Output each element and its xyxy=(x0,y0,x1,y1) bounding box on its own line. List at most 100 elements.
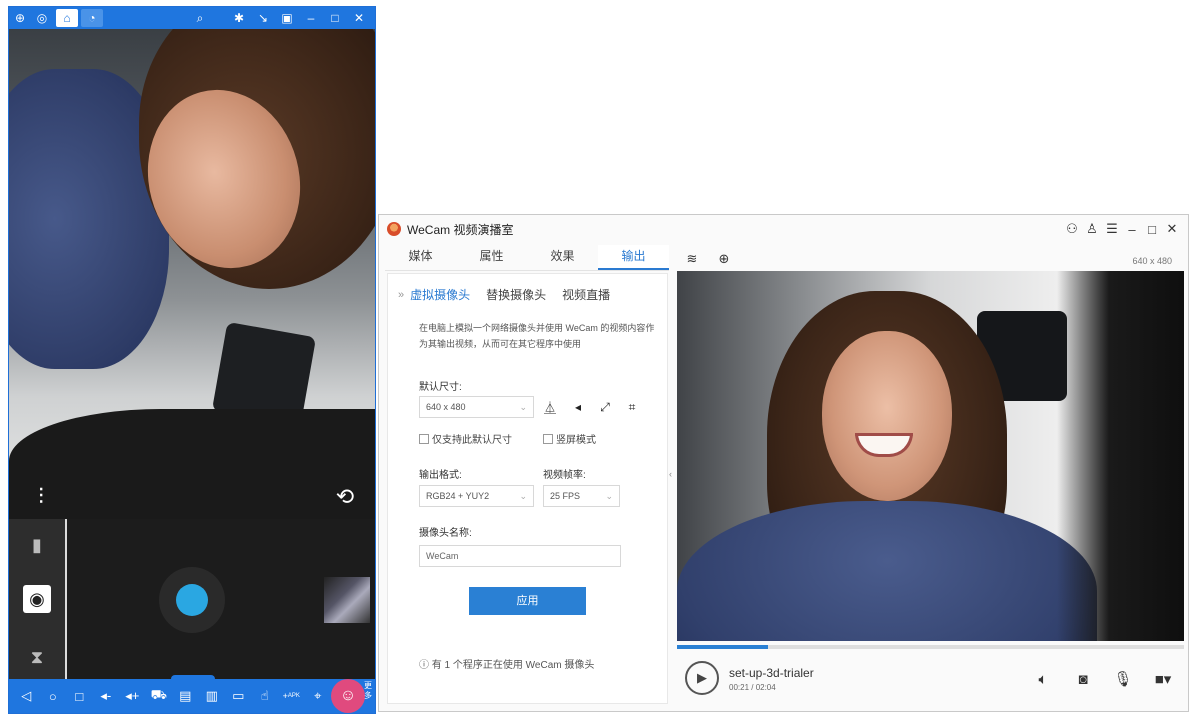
location-icon[interactable]: ⌖ xyxy=(305,681,332,711)
apply-button[interactable]: 应用 xyxy=(469,587,586,615)
playback-progress-bar[interactable] xyxy=(677,645,1184,649)
case-icon[interactable]: ▤ xyxy=(172,681,199,711)
camera-name-label: 摄像头名称: xyxy=(419,528,472,539)
virtual-camera-description: 在电脑上模拟一个网络摄像头并使用 WeCam 的视频内容作为其输出视频，从而可在… xyxy=(419,323,655,349)
add-icon[interactable]: ⊕ xyxy=(713,249,735,269)
media-file-name: set-up-3d-trialer xyxy=(729,666,814,680)
portrait-mode-checkbox[interactable]: 竖屏模式 xyxy=(543,431,596,446)
recent-icon[interactable]: □ xyxy=(66,681,93,711)
search-icon[interactable]: ⌕ xyxy=(189,7,211,29)
pin-icon[interactable]: ✱ xyxy=(227,7,251,29)
microphone-icon[interactable]: 🎙︎ xyxy=(1112,668,1134,690)
emulator-window: ⊕ ◎ ⌂ ◔ ⌕ ✱ ↘ ▣ – □ ✕ ⫶ ⟲ ▮ ◉ ⧗ ◁ ○ □ ◂-… xyxy=(8,6,376,714)
touch-icon[interactable]: ☝ xyxy=(252,681,279,711)
back-icon[interactable]: ◁ xyxy=(13,681,40,711)
video-camera-dropdown-icon[interactable]: ■▾ xyxy=(1152,668,1174,690)
crop-icon[interactable]: ⌗ xyxy=(623,398,641,416)
fullscreen-icon[interactable]: ⤢ xyxy=(596,398,614,416)
skin-icon[interactable]: ♙ xyxy=(1082,219,1102,239)
wecam-titlebar: WeCam 视频演播室 ⚇ ♙ ☰ – □ ✕ xyxy=(379,215,1188,243)
tab-output[interactable]: 输出 xyxy=(598,245,669,270)
window-title: WeCam 视频演播室 xyxy=(407,222,514,237)
last-photo-thumbnail[interactable] xyxy=(324,577,370,623)
chevron-down-icon: ⌄ xyxy=(605,491,613,501)
person-shirt xyxy=(677,501,1097,641)
shrink-icon[interactable]: ↘ xyxy=(251,7,275,29)
only-default-size-checkbox[interactable]: 仅支持此默认尺寸 xyxy=(419,431,512,446)
output-panel: » 虚拟摄像头 替换摄像头 视频直播 在电脑上模拟一个网络摄像头并使用 WeCa… xyxy=(387,273,668,704)
adjust-sliders-icon[interactable]: ⫶ xyxy=(23,479,59,515)
video-preview xyxy=(677,271,1184,641)
volume-down-icon[interactable]: ◂- xyxy=(93,681,120,711)
camera-mode-strip: ▮ ◉ ⧗ xyxy=(9,519,65,681)
play-button[interactable]: ▶ xyxy=(685,661,719,695)
checkbox-box xyxy=(419,433,429,444)
minimize-icon[interactable]: – xyxy=(299,7,323,29)
car-icon[interactable]: ⛟ xyxy=(146,681,173,711)
preview-toolbar: ≋ ⊕ xyxy=(681,249,745,269)
tab-media[interactable]: 媒体 xyxy=(385,245,456,270)
subtab-virtual-camera[interactable]: 虚拟摄像头 xyxy=(410,286,470,303)
default-size-label: 默认尺寸: xyxy=(419,382,462,393)
snapshot-camera-icon[interactable]: ◙ xyxy=(1072,668,1094,690)
account-icon[interactable]: ⚇ xyxy=(1062,219,1082,239)
photo-mode-icon[interactable]: ◉ xyxy=(23,585,51,613)
close-icon[interactable]: ✕ xyxy=(1162,219,1182,239)
home-circle-icon[interactable]: ○ xyxy=(40,681,67,711)
trash-icon[interactable]: ▥ xyxy=(199,681,226,711)
user-icon[interactable]: ◎ xyxy=(31,7,53,29)
subtitle-icon[interactable]: ▭ xyxy=(225,681,252,711)
apk-icon[interactable]: + APK xyxy=(278,681,305,711)
default-size-select[interactable]: 640 x 480 ⌄ xyxy=(419,396,534,418)
maximize-icon[interactable]: □ xyxy=(1142,219,1162,239)
camera-usage-status: ⓘ 有 1 个程序正在使用 WeCam 摄像头 xyxy=(419,660,595,671)
tab-properties[interactable]: 属性 xyxy=(456,245,527,270)
collapse-panel-icon[interactable]: ‹ xyxy=(669,469,677,479)
frame-rate-label: 视频帧率: xyxy=(543,470,586,481)
nav-drawer-handle[interactable] xyxy=(171,675,215,681)
camera-viewfinder: ⫶ ⟲ xyxy=(9,29,375,519)
wecam-icon[interactable]: ☺ xyxy=(331,679,365,713)
tab-effects[interactable]: 效果 xyxy=(527,245,598,270)
output-format-label: 输出格式: xyxy=(419,470,462,481)
emulator-titlebar: ⊕ ◎ ⌂ ◔ ⌕ ✱ ↘ ▣ – □ ✕ xyxy=(9,7,375,29)
apk-label: APK xyxy=(287,693,300,699)
flip-vertical-icon[interactable]: ◂ xyxy=(569,398,587,416)
layers-icon[interactable]: ≋ xyxy=(681,249,703,269)
more-button[interactable]: 更多 xyxy=(363,681,373,701)
main-tabs: 媒体 属性 效果 输出 xyxy=(385,245,669,271)
gift-icon[interactable]: ⊕ xyxy=(9,7,31,29)
close-icon[interactable]: ✕ xyxy=(347,7,371,29)
output-format-value: RGB24 + YUY2 xyxy=(426,491,490,501)
default-size-value: 640 x 480 xyxy=(426,402,466,412)
restore-icon[interactable]: ▣ xyxy=(275,7,299,29)
home-icon[interactable]: ⌂ xyxy=(56,9,78,27)
subtab-live-stream[interactable]: 视频直播 xyxy=(562,286,610,303)
camera-name-field[interactable]: WeCam xyxy=(419,545,621,567)
media-controls: 🔈︎ ◙ 🎙︎ ■▾ xyxy=(1014,668,1174,690)
minimize-icon[interactable]: – xyxy=(1122,219,1142,239)
output-format-select[interactable]: RGB24 + YUY2 ⌄ xyxy=(419,485,534,507)
subtab-replace-camera[interactable]: 替换摄像头 xyxy=(486,286,546,303)
camera-controls: ▮ ◉ ⧗ xyxy=(9,519,375,681)
only-default-size-label: 仅支持此默认尺寸 xyxy=(432,435,512,446)
video-mode-icon[interactable]: ▮ xyxy=(23,531,51,559)
output-subtabs: » 虚拟摄像头 替换摄像头 视频直播 xyxy=(398,286,626,303)
app-icon[interactable]: ◔ xyxy=(81,9,103,27)
emulator-window-buttons: ✱ ↘ ▣ – □ ✕ xyxy=(227,7,371,29)
switch-camera-icon[interactable]: ⟲ xyxy=(327,479,363,515)
portrait-mode-label: 竖屏模式 xyxy=(556,435,596,446)
flip-horizontal-icon[interactable]: ⏅ xyxy=(541,398,559,416)
frame-rate-select[interactable]: 25 FPS ⌄ xyxy=(543,485,620,507)
volume-up-icon[interactable]: ◂+ xyxy=(119,681,146,711)
maximize-icon[interactable]: □ xyxy=(323,7,347,29)
wecam-logo-icon xyxy=(387,222,401,236)
menu-icon[interactable]: ☰ xyxy=(1102,219,1122,239)
volume-icon[interactable]: 🔈︎ xyxy=(1032,668,1054,690)
shutter-button[interactable] xyxy=(176,584,208,616)
playback-progress-fill xyxy=(677,645,769,649)
checkbox-box xyxy=(543,433,553,444)
hourglass-mode-icon[interactable]: ⧗ xyxy=(23,643,51,671)
chevron-down-icon: ⌄ xyxy=(519,402,527,412)
chevron-down-icon: ⌄ xyxy=(519,491,527,501)
